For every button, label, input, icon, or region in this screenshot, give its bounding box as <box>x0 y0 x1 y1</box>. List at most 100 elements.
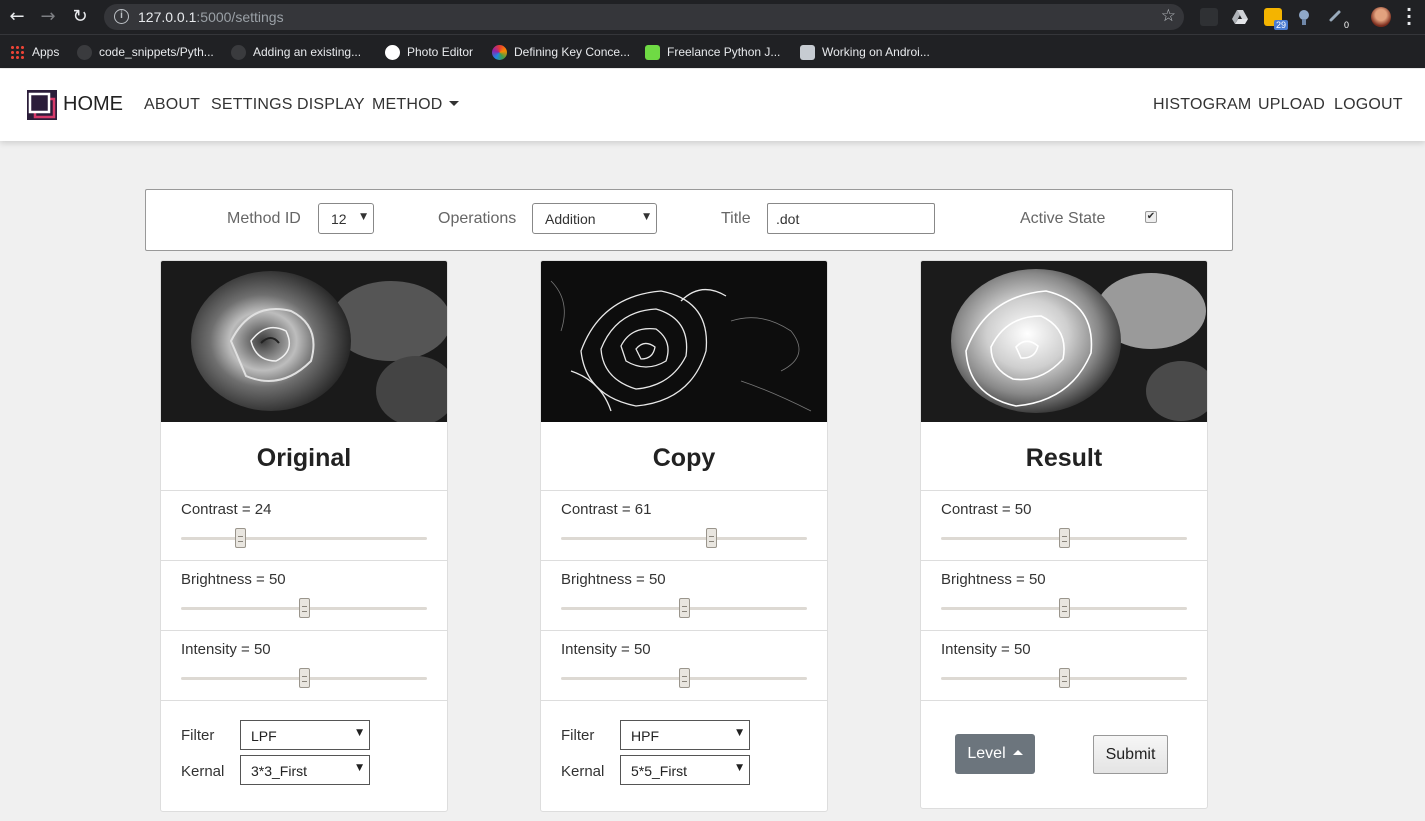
dropdown-arrow-icon: ▼ <box>356 763 363 773</box>
filter-select[interactable]: HPF ▼ <box>620 720 750 750</box>
slider-thumb[interactable] <box>1059 528 1070 548</box>
bookmark-item[interactable]: Defining Key Conce... <box>492 43 630 61</box>
contrast-slider-row: Contrast = 50 <box>921 491 1207 561</box>
address-bar[interactable]: i 127.0.0.1:5000/settings ☆ <box>104 4 1184 30</box>
active-state-label: Active State <box>1020 210 1106 227</box>
nav-display[interactable]: DISPLAY <box>297 96 365 114</box>
result-actions: Level Submit <box>921 701 1207 808</box>
kernal-select[interactable]: 5*5_First ▼ <box>620 755 750 785</box>
intensity-label: Intensity = 50 <box>941 641 1031 658</box>
submit-button[interactable]: Submit <box>1093 735 1168 774</box>
reload-icon[interactable]: ↻ <box>70 7 90 27</box>
filter-select[interactable]: LPF ▼ <box>240 720 370 750</box>
caret-up-icon <box>1012 750 1023 755</box>
brand-logo-icon[interactable] <box>27 90 57 120</box>
contrast-label: Contrast = 50 <box>941 501 1032 518</box>
card-copy: Copy Contrast = 61 Brightness = 50 Inten… <box>540 260 828 812</box>
slider-thumb[interactable] <box>679 668 690 688</box>
contrast-label: Contrast = 61 <box>561 501 652 518</box>
link-extension-icon[interactable]: 0 <box>1327 8 1351 30</box>
filter-label: Filter <box>561 727 595 744</box>
site-info-icon[interactable]: i <box>114 9 129 24</box>
kernal-value: 3*3_First <box>251 763 308 779</box>
slider-thumb[interactable] <box>679 598 690 618</box>
upwork-icon <box>645 44 660 60</box>
nav-method-label: METHOD <box>372 96 443 113</box>
drive-icon[interactable] <box>1231 8 1249 26</box>
original-image <box>161 261 447 422</box>
brightness-label: Brightness = 50 <box>941 571 1046 588</box>
bookmark-apps[interactable]: Apps <box>10 43 59 61</box>
bookmark-item[interactable]: Working on Androi... <box>800 43 930 61</box>
nav-settings[interactable]: SETTINGS <box>211 96 293 114</box>
kernal-label: Kernal <box>561 763 605 780</box>
method-id-select[interactable]: 12 ▼ <box>318 203 374 234</box>
slider-thumb[interactable] <box>299 668 310 688</box>
nav-method-dropdown[interactable]: METHOD <box>372 96 459 114</box>
color-wheel-icon <box>492 44 507 60</box>
brightness-slider-row: Brightness = 50 <box>161 561 447 631</box>
copy-image <box>541 261 827 422</box>
github-icon <box>77 44 92 60</box>
kernal-select[interactable]: 3*3_First ▼ <box>240 755 370 785</box>
slider-thumb[interactable] <box>1059 668 1070 688</box>
card-original: Original Contrast = 24 Brightness = 50 I… <box>160 260 448 812</box>
dropdown-arrow-icon: ▼ <box>736 763 743 773</box>
bookmark-item[interactable]: Adding an existing... <box>231 43 361 61</box>
brightness-label: Brightness = 50 <box>181 571 286 588</box>
extension-icon[interactable]: 29 <box>1264 8 1288 30</box>
bookmark-star-icon[interactable]: ☆ <box>1161 6 1176 26</box>
slider-thumb[interactable] <box>706 528 718 548</box>
nav-about[interactable]: ABOUT <box>144 96 200 114</box>
kernal-label: Kernal <box>181 763 225 780</box>
method-id-value: 12 <box>331 211 347 227</box>
contrast-label: Contrast = 24 <box>181 501 272 518</box>
globe-icon <box>385 44 400 60</box>
nav-histogram[interactable]: HISTOGRAM <box>1153 96 1251 114</box>
contrast-slider-row: Contrast = 24 <box>161 491 447 561</box>
apps-grid-icon <box>10 44 25 60</box>
filter-section: Filter LPF ▼ Kernal 3*3_First ▼ <box>161 701 447 811</box>
github-icon <box>231 44 246 60</box>
title-input[interactable]: .dot <box>767 203 935 234</box>
extension-icon[interactable] <box>1200 8 1218 26</box>
url-text[interactable]: 127.0.0.1:5000/settings <box>138 9 284 25</box>
dropdown-arrow-icon: ▼ <box>643 212 650 222</box>
slider-thumb[interactable] <box>1059 598 1070 618</box>
operations-select[interactable]: Addition ▼ <box>532 203 657 234</box>
bookmark-item[interactable]: code_snippets/Pyth... <box>77 43 214 61</box>
nav-upload[interactable]: UPLOAD <box>1258 96 1325 114</box>
kernal-value: 5*5_First <box>631 763 688 779</box>
slider-thumb[interactable] <box>299 598 310 618</box>
intensity-slider-row: Intensity = 50 <box>921 631 1207 701</box>
bookmark-item[interactable]: Freelance Python J... <box>645 43 780 61</box>
nav-home[interactable]: HOME <box>63 93 123 116</box>
browser-toolbar: ← → ↻ i 127.0.0.1:5000/settings ☆ 29 0 ·… <box>0 0 1425 34</box>
slider-thumb[interactable] <box>235 528 247 548</box>
app-navbar: HOME ABOUT SETTINGS DISPLAY METHOD HISTO… <box>0 69 1425 141</box>
title-label: Title <box>721 210 751 227</box>
operations-value: Addition <box>545 211 596 227</box>
brightness-slider-row: Brightness = 50 <box>921 561 1207 631</box>
result-image <box>921 261 1207 422</box>
nav-logout[interactable]: LOGOUT <box>1334 96 1403 114</box>
contrast-slider[interactable] <box>561 537 807 540</box>
method-settings-bar: Method ID 12 ▼ Operations Addition ▼ Title… <box>145 189 1233 251</box>
extension-icon[interactable] <box>1295 8 1313 26</box>
level-dropdown-button[interactable]: Level <box>955 734 1035 774</box>
back-icon[interactable]: ← <box>7 7 27 27</box>
document-icon <box>800 44 815 60</box>
forward-icon[interactable]: → <box>38 7 58 27</box>
brightness-label: Brightness = 50 <box>561 571 666 588</box>
active-state-checkbox[interactable]: ✔ <box>1145 211 1157 223</box>
profile-avatar[interactable] <box>1371 7 1391 27</box>
filter-value: LPF <box>251 728 277 744</box>
intensity-slider-row: Intensity = 50 <box>161 631 447 701</box>
filter-value: HPF <box>631 728 659 744</box>
card-result: Result Contrast = 50 Brightness = 50 Int… <box>920 260 1208 809</box>
bookmark-item[interactable]: Photo Editor <box>385 43 473 61</box>
contrast-slider[interactable] <box>181 537 427 540</box>
browser-menu-icon[interactable]: · · · <box>1406 2 1412 32</box>
card-title: Original <box>161 422 447 491</box>
dropdown-arrow-icon: ▼ <box>356 728 363 738</box>
